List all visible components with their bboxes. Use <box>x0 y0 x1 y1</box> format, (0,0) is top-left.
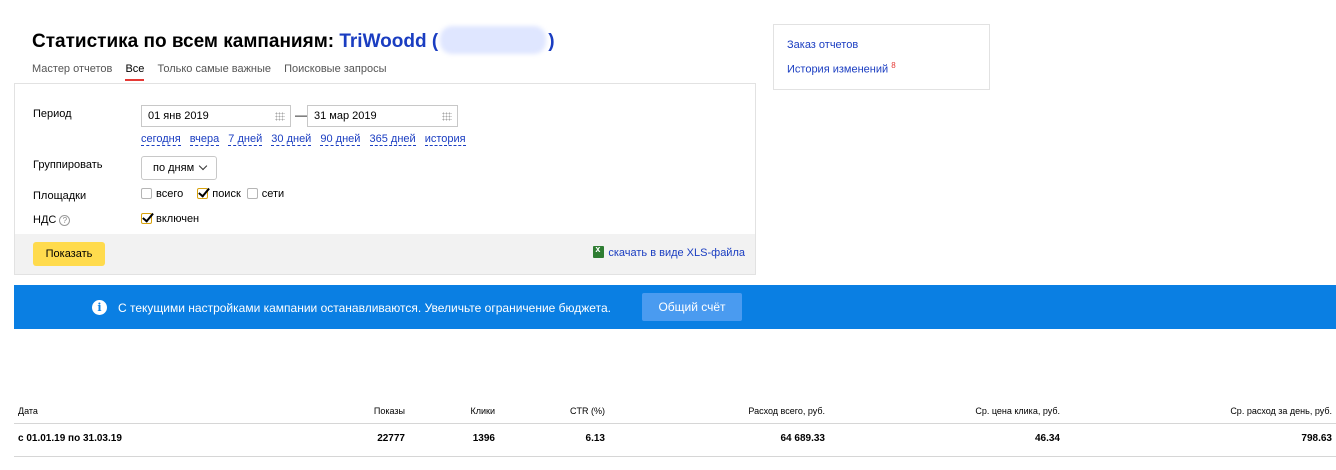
date-from-input[interactable]: 01 янв 2019 <box>141 105 291 127</box>
vat-included-checkbox[interactable]: включен <box>141 213 199 225</box>
banner-text: С текущими настройками кампании останавл… <box>118 301 611 315</box>
table-header-row: Дата Показы Клики CTR (%) Расход всего, … <box>14 400 1336 424</box>
checkbox-box[interactable] <box>141 188 152 200</box>
campaign-name[interactable]: TriWoodd () <box>339 26 555 54</box>
change-history-link[interactable]: История изменений 8 <box>787 61 989 76</box>
tab-all[interactable]: Все <box>125 63 145 81</box>
side-links-box: Заказ отчетов История изменений 8 <box>773 24 990 90</box>
redacted-login <box>440 26 547 54</box>
xls-download-link[interactable]: скачать в виде XLS-файла <box>608 247 745 259</box>
info-icon: i <box>92 300 107 315</box>
date-to-input[interactable]: 31 мар 2019 <box>307 105 458 127</box>
platform-all-checkbox[interactable]: всего <box>141 188 183 200</box>
help-icon[interactable]: ? <box>59 215 71 226</box>
column-header[interactable]: Показы <box>314 400 409 424</box>
column-header[interactable]: Ср. цена клика, руб. <box>829 400 1064 424</box>
table-cell-impressions: 22777 <box>314 423 409 457</box>
table-cell-ctr: 6.13 <box>499 423 609 457</box>
column-header[interactable]: CTR (%) <box>499 400 609 424</box>
tab-search-queries[interactable]: Поисковые запросы <box>284 63 386 79</box>
column-header[interactable]: Ср. расход за день, руб. <box>1064 400 1336 424</box>
page-title: Статистика по всем кампаниям: TriWoodd (… <box>32 26 555 54</box>
tab-most-important[interactable]: Только самые важные <box>157 63 271 79</box>
period-label: Период <box>33 108 72 120</box>
checkbox-box[interactable] <box>141 213 152 225</box>
range-30-days[interactable]: 30 дней <box>271 133 312 146</box>
excel-icon[interactable] <box>593 244 605 258</box>
filter-panel: Период 01 янв 2019 — 31 мар 2019 сегодня… <box>14 83 756 275</box>
column-header[interactable]: Расход всего, руб. <box>609 400 829 424</box>
checkbox-box[interactable] <box>197 188 209 200</box>
chevron-down-icon <box>198 161 208 171</box>
platforms-checkboxes: всего поиск сети <box>141 188 298 200</box>
calendar-icon[interactable] <box>275 112 285 121</box>
table-row: с 01.01.19 по 31.03.19 22777 1396 6.13 6… <box>14 423 1336 457</box>
budget-warning-banner: i С текущими настройками кампании остана… <box>14 285 1336 329</box>
platform-search-checkbox[interactable]: поиск <box>197 188 241 200</box>
panel-footer: Показать скачать в виде XLS-файла <box>15 234 755 274</box>
date-separator: — <box>295 108 307 122</box>
report-tabs: Мастер отчетов Все Только самые важные П… <box>32 63 397 83</box>
range-90-days[interactable]: 90 дней <box>320 133 361 146</box>
vat-checkbox-group: включен <box>141 213 213 225</box>
table-cell-clicks: 1396 <box>409 423 499 457</box>
range-today[interactable]: сегодня <box>141 133 181 146</box>
xls-download: скачать в виде XLS-файла <box>593 244 745 259</box>
shared-account-button[interactable]: Общий счёт <box>642 293 742 321</box>
statistics-table: Дата Показы Клики CTR (%) Расход всего, … <box>14 400 1336 457</box>
platforms-label: Площадки <box>33 190 87 202</box>
column-header[interactable]: Дата <box>14 400 314 424</box>
quick-range-links: сегодня вчера 7 дней 30 дней 90 дней 365… <box>141 133 472 146</box>
table-cell-avg-daily-spend: 798.63 <box>1064 423 1336 457</box>
title-prefix: Статистика по всем кампаниям: <box>32 31 335 52</box>
history-badge: 8 <box>891 61 896 70</box>
table-cell-total-spend: 64 689.33 <box>609 423 829 457</box>
table-cell-avg-cpc: 46.34 <box>829 423 1064 457</box>
group-select[interactable]: по дням <box>141 156 217 180</box>
tab-report-wizard[interactable]: Мастер отчетов <box>32 63 112 79</box>
range-history[interactable]: история <box>424 133 466 146</box>
range-365-days[interactable]: 365 дней <box>369 133 416 146</box>
range-7-days[interactable]: 7 дней <box>228 133 263 146</box>
calendar-icon[interactable] <box>442 112 452 121</box>
platform-networks-checkbox[interactable]: сети <box>246 188 284 200</box>
range-yesterday[interactable]: вчера <box>189 133 220 146</box>
show-button[interactable]: Показать <box>33 242 105 266</box>
checkbox-box[interactable] <box>246 188 258 200</box>
group-label: Группировать <box>33 159 103 171</box>
vat-label: НДС? <box>33 214 71 226</box>
table-cell-date: с 01.01.19 по 31.03.19 <box>14 423 314 457</box>
order-reports-link[interactable]: Заказ отчетов <box>787 39 989 51</box>
column-header[interactable]: Клики <box>409 400 499 424</box>
